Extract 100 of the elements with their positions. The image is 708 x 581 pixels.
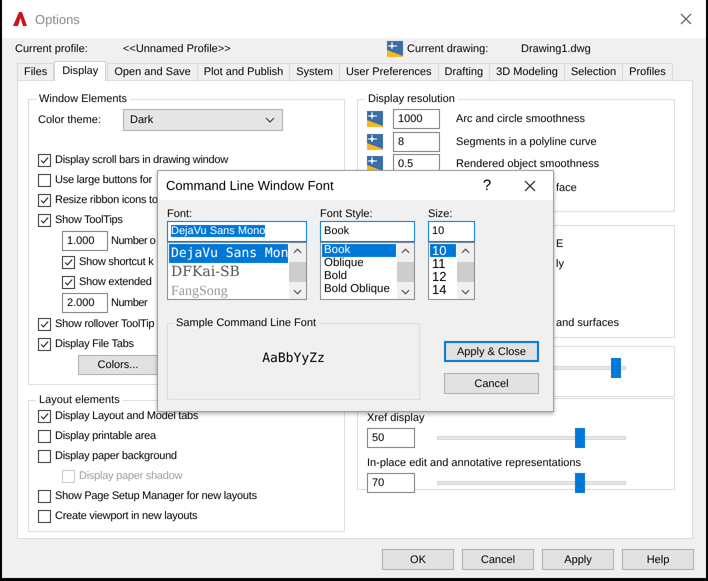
drawing-icon xyxy=(387,41,403,57)
scrollbar[interactable] xyxy=(289,243,306,299)
number-field[interactable]: 50 xyxy=(367,428,415,448)
list-item[interactable]: DFKai-SB xyxy=(169,263,288,282)
blueprint-icon xyxy=(367,134,383,150)
dialog-button[interactable]: Help xyxy=(622,549,694,570)
checkbox-label[interactable]: Display paper background xyxy=(55,450,177,462)
checkbox-label[interactable]: Show extended xyxy=(79,276,152,288)
checkbox[interactable] xyxy=(38,510,51,522)
tab[interactable]: Open and Save xyxy=(107,63,198,80)
style-list[interactable]: Book Oblique Bold Bold Oblique xyxy=(320,242,415,300)
scrollbar[interactable] xyxy=(457,243,474,299)
checkbox[interactable] xyxy=(38,154,51,166)
dialog-button[interactable]: Apply xyxy=(542,549,614,570)
checkbox-label[interactable]: Show rollover ToolTip xyxy=(55,318,154,330)
dialog-button[interactable]: OK xyxy=(382,549,454,570)
list-item[interactable]: Bold Oblique xyxy=(322,283,396,296)
field-label: Number xyxy=(111,297,148,309)
dialog-title: Command Line Window Font xyxy=(166,178,335,193)
drawing-name: Drawing1.dwg xyxy=(521,43,592,55)
checkbox[interactable] xyxy=(38,194,51,206)
dialog-button[interactable]: Apply & Close xyxy=(444,341,539,362)
checkbox[interactable] xyxy=(62,256,75,268)
list-item[interactable]: Oblique xyxy=(322,257,396,270)
number-field[interactable]: 70 xyxy=(367,473,415,493)
checkbox[interactable] xyxy=(38,214,51,226)
checkbox-label[interactable]: Create viewport in new layouts xyxy=(55,510,198,522)
scrollbar[interactable] xyxy=(397,243,414,299)
scroll-down-icon[interactable] xyxy=(293,289,302,295)
app-logo-icon xyxy=(12,11,28,27)
colors-button[interactable]: Colors... xyxy=(78,354,158,374)
size-list[interactable]: 10 11 12 14 xyxy=(428,242,475,300)
tab[interactable]: 3D Modeling xyxy=(489,63,565,80)
close-icon[interactable] xyxy=(680,13,692,25)
checkbox-label: E xyxy=(556,237,564,252)
profile-label: Current profile: xyxy=(15,43,89,55)
checkbox-label[interactable]: Show Page Setup Manager for new layouts xyxy=(55,490,257,502)
scroll-down-icon[interactable] xyxy=(461,289,470,295)
field-label: Font Style: xyxy=(320,207,374,221)
checkbox-label[interactable]: Show ToolTips xyxy=(55,214,123,226)
field-label: Segments in a polyline curve xyxy=(456,136,597,148)
checkbox-label[interactable]: Display Layout and Model tabs xyxy=(55,410,198,422)
tab[interactable]: Display xyxy=(54,61,106,81)
checkbox-label: and surfaces xyxy=(556,316,620,331)
font-field[interactable]: DejaVu Sans Mono xyxy=(167,221,307,242)
close-icon[interactable] xyxy=(524,180,536,192)
help-button[interactable]: ? xyxy=(472,177,502,194)
group-title: Window Elements xyxy=(38,93,128,105)
field-label: Number o xyxy=(111,235,156,247)
checkbox[interactable] xyxy=(62,276,75,288)
list-item[interactable]: 12 xyxy=(430,270,456,283)
list-item[interactable]: Book xyxy=(322,244,396,257)
size-field[interactable]: 10 xyxy=(428,221,475,242)
checkbox-label[interactable]: Use large buttons for xyxy=(55,174,152,186)
checkbox[interactable] xyxy=(38,490,51,502)
checkbox[interactable] xyxy=(38,430,51,442)
field-label: Color theme: xyxy=(38,114,102,126)
number-field[interactable]: 8 xyxy=(393,132,440,152)
checkbox-label[interactable]: Display printable area xyxy=(55,430,156,442)
tab[interactable]: System xyxy=(289,63,340,80)
tab[interactable]: Files xyxy=(17,63,54,80)
scroll-up-icon[interactable] xyxy=(401,248,410,254)
field-label: Xref display xyxy=(367,411,426,425)
profile-name: <<Unnamed Profile>> xyxy=(123,43,232,55)
scroll-up-icon[interactable] xyxy=(461,248,470,254)
checkbox-label[interactable]: Show shortcut k xyxy=(79,256,154,268)
field-label: face xyxy=(556,182,577,194)
checkbox-label[interactable]: Display File Tabs xyxy=(55,338,134,350)
list-item[interactable]: Bold xyxy=(322,270,396,283)
list-item[interactable]: DejaVu Sans Mon xyxy=(169,244,288,263)
checkbox-label[interactable]: Display scroll bars in drawing window xyxy=(55,154,228,166)
list-item[interactable]: 14 xyxy=(430,283,456,296)
dialog-button[interactable]: Cancel xyxy=(462,549,534,570)
checkbox[interactable] xyxy=(38,318,51,330)
slider-thumb[interactable] xyxy=(575,428,586,448)
list-item[interactable]: 11 xyxy=(430,257,456,270)
checkbox[interactable] xyxy=(38,410,51,422)
chevron-down-icon xyxy=(265,117,275,123)
checkbox[interactable] xyxy=(38,450,51,462)
checkbox[interactable] xyxy=(38,338,51,350)
color-theme-dropdown[interactable]: Dark xyxy=(123,109,283,131)
dialog-button[interactable]: Cancel xyxy=(444,373,539,394)
group-title: Layout elements xyxy=(38,394,121,406)
style-field[interactable]: Book xyxy=(320,221,415,242)
field-label: Size: xyxy=(428,207,454,221)
scroll-up-icon[interactable] xyxy=(293,248,302,254)
slider-thumb[interactable] xyxy=(575,473,586,493)
number-field[interactable]: 1.000 xyxy=(62,231,108,251)
field-label: Font: xyxy=(167,207,194,221)
checkbox[interactable] xyxy=(38,174,51,186)
field-label: In-place edit and annotative representations xyxy=(367,456,582,470)
scroll-down-icon[interactable] xyxy=(401,289,410,295)
number-field[interactable]: 2.000 xyxy=(62,293,108,313)
slider-thumb[interactable] xyxy=(610,358,621,378)
tab[interactable]: Drafting xyxy=(438,63,490,80)
number-field[interactable]: 1000 xyxy=(393,108,440,128)
font-list[interactable]: DejaVu Sans Mon DFKai-SB FangSong xyxy=(167,242,307,300)
list-item[interactable]: 10 xyxy=(430,244,456,257)
tab[interactable]: Profiles xyxy=(622,63,673,80)
group-title: Sample Command Line Font xyxy=(175,317,318,329)
